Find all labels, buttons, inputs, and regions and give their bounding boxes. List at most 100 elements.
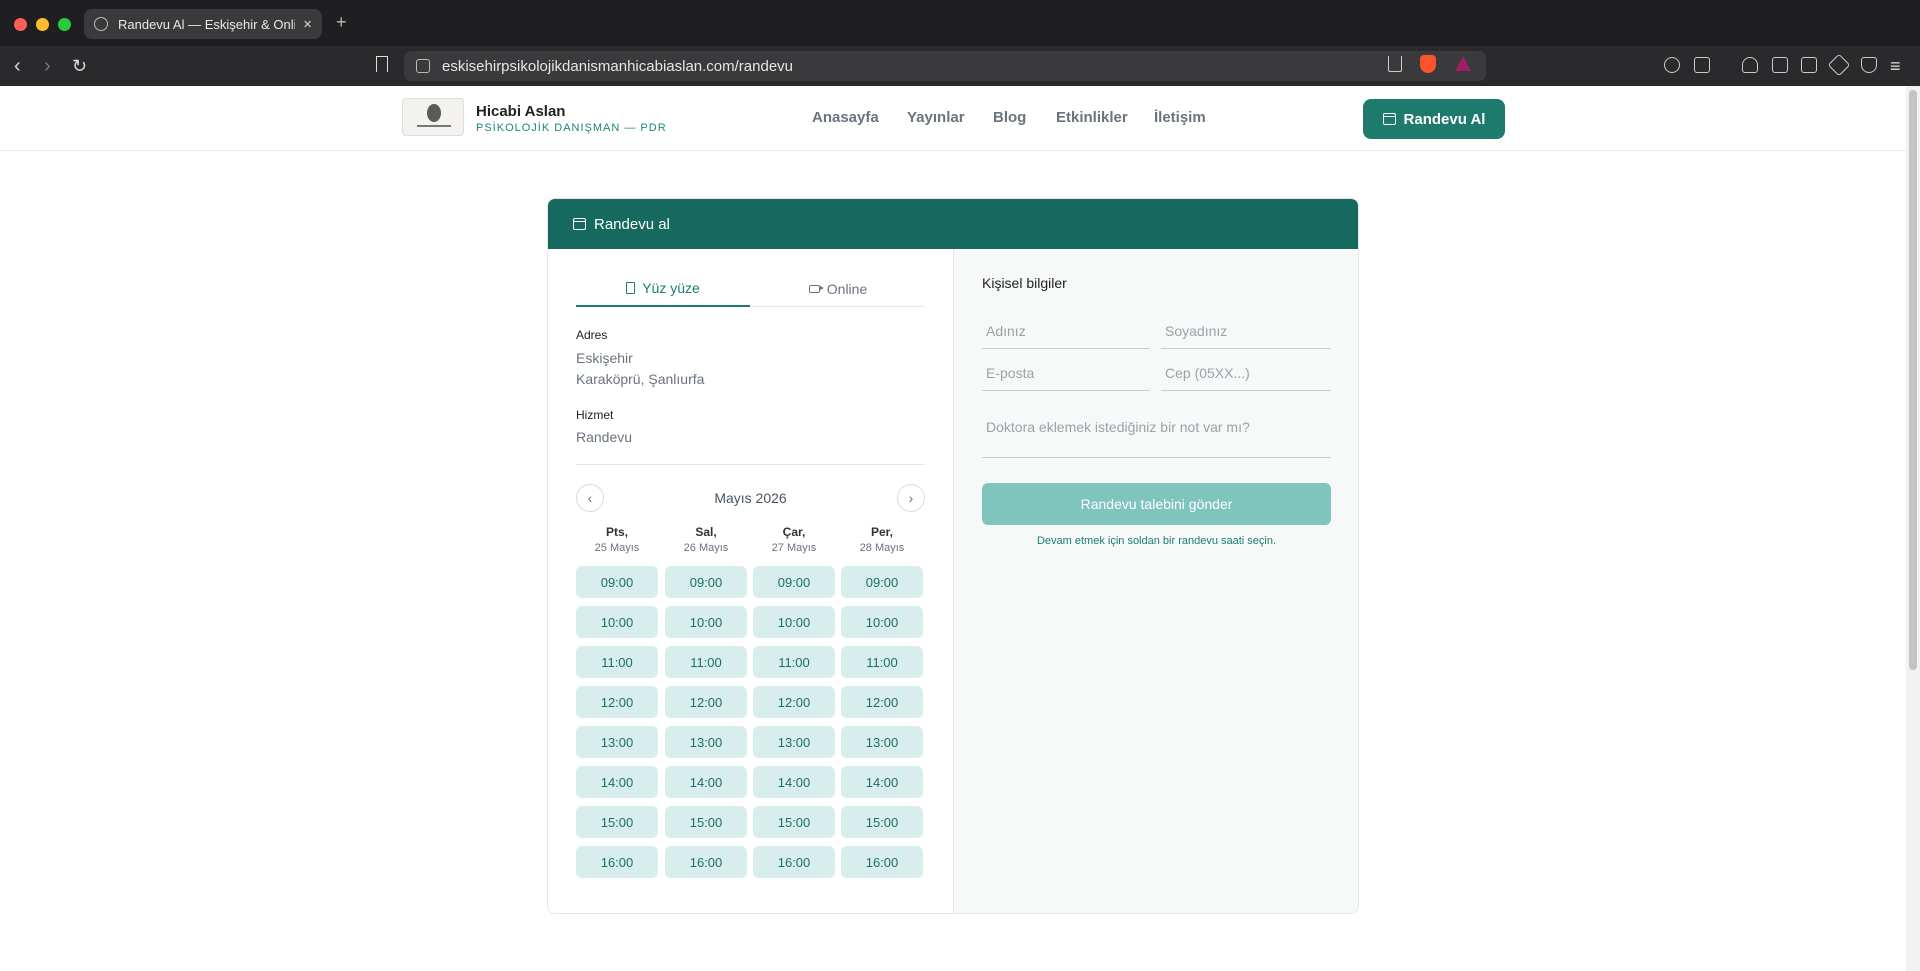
page-scrollbar[interactable] xyxy=(1906,86,1920,971)
vpn-icon[interactable] xyxy=(1861,57,1877,73)
day-date: 26 Mayıs xyxy=(683,542,729,554)
new-tab-button[interactable]: + xyxy=(336,12,347,33)
day-name: Per, xyxy=(870,525,894,539)
tab-title: Randevu Al — Eskişehir & Online xyxy=(118,16,296,32)
close-tab-icon[interactable]: × xyxy=(303,16,312,33)
tab-in-person[interactable]: Yüz yüze xyxy=(576,271,750,307)
day-column: Sal, 26 Mayıs 09:00 10:00 11:00 12:00 13:00 14:… xyxy=(665,525,747,886)
browser-tab-bar: Randevu Al — Eskişehir & Online × + xyxy=(0,0,1920,46)
time-slot-button[interactable]: 11:00 xyxy=(665,646,747,678)
nav-link-yayinlar[interactable]: Yayınlar xyxy=(907,109,965,126)
next-week-button[interactable]: › xyxy=(897,484,925,512)
calendar-icon xyxy=(573,218,586,230)
booking-card-header: Randevu al xyxy=(548,199,1358,249)
tab-online[interactable]: Online xyxy=(751,271,925,307)
nav-link-blog[interactable]: Blog xyxy=(993,109,1026,126)
site-logo[interactable] xyxy=(402,98,464,136)
sidebar-icon[interactable] xyxy=(1772,57,1788,73)
phone-field[interactable]: Cep (05XX...) xyxy=(1161,359,1331,391)
personal-info-panel: Kişisel bilgiler Adınız Soyadınız E-post… xyxy=(953,249,1358,913)
address-line-2: Karaköprü, Şanlıurfa xyxy=(576,371,705,387)
time-slot-button[interactable]: 09:00 xyxy=(841,566,923,598)
wallet-icon[interactable] xyxy=(1801,57,1817,73)
day-date: 28 Mayıs xyxy=(859,542,905,554)
chevron-right-icon: › xyxy=(908,490,914,506)
brave-shields-icon[interactable] xyxy=(1420,55,1436,73)
brand-name[interactable]: Hicabi Aslan xyxy=(476,103,565,120)
divider xyxy=(576,464,925,465)
nav-link-etkinlikler[interactable]: Etkinlikler xyxy=(1056,109,1128,126)
leo-ai-icon[interactable] xyxy=(1827,53,1851,77)
time-slot-button[interactable]: 12:00 xyxy=(576,686,658,718)
time-slot-button[interactable]: 13:00 xyxy=(576,726,658,758)
time-slot-button[interactable]: 16:00 xyxy=(576,846,658,878)
time-slot-button[interactable]: 16:00 xyxy=(841,846,923,878)
time-slot-button[interactable]: 12:00 xyxy=(753,686,835,718)
day-column: Çar, 27 Mayıs 09:00 10:00 11:00 12:00 13:00 14:… xyxy=(753,525,835,886)
time-slot-button[interactable]: 11:00 xyxy=(841,646,923,678)
time-slot-button[interactable]: 13:00 xyxy=(753,726,835,758)
time-slot-button[interactable]: 15:00 xyxy=(665,806,747,838)
day-column: Per, 28 Mayıs 09:00 10:00 11:00 12:00 13:00 14:… xyxy=(841,525,923,886)
time-slot-button[interactable]: 16:00 xyxy=(753,846,835,878)
time-slot-button[interactable]: 15:00 xyxy=(576,806,658,838)
note-textarea[interactable]: Doktora eklemek istediğiniz bir not var … xyxy=(982,413,1331,458)
nav-link-anasayfa[interactable]: Anasayfa xyxy=(812,109,879,126)
minimize-window-button[interactable] xyxy=(36,18,49,31)
time-slot-button[interactable]: 09:00 xyxy=(753,566,835,598)
time-slot-button[interactable]: 11:00 xyxy=(576,646,658,678)
submit-request-button[interactable]: Randevu talebini gönder xyxy=(982,483,1331,525)
forward-icon[interactable]: › xyxy=(44,54,51,78)
time-slot-button[interactable]: 14:00 xyxy=(841,766,923,798)
screenshot-icon[interactable] xyxy=(1694,57,1710,73)
tab-online-label: Online xyxy=(826,281,868,297)
menu-icon[interactable]: ≡ xyxy=(1890,54,1901,78)
time-slot-button[interactable]: 09:00 xyxy=(665,566,747,598)
last-name-field[interactable]: Soyadınız xyxy=(1161,317,1331,349)
first-name-field[interactable]: Adınız xyxy=(982,317,1150,349)
service-label: Hizmet xyxy=(576,408,614,422)
brave-rewards-icon[interactable] xyxy=(1455,56,1471,71)
time-slot-button[interactable]: 15:00 xyxy=(753,806,835,838)
address-bar[interactable]: eskisehirpsikolojikdanismanhicabiaslan.c… xyxy=(404,51,1486,81)
nav-link-iletisim[interactable]: İletişim xyxy=(1154,109,1206,126)
service-value: Randevu xyxy=(576,429,633,445)
media-icon[interactable] xyxy=(1742,57,1758,73)
globe-icon xyxy=(94,17,108,31)
site-header: Hicabi Aslan PSİKOLOJİK DANIŞMAN — PDR A… xyxy=(0,86,1906,151)
maximize-window-button[interactable] xyxy=(58,18,71,31)
calendar-icon xyxy=(1382,113,1396,125)
day-date: 27 Mayıs xyxy=(771,542,817,554)
time-slot-button[interactable]: 14:00 xyxy=(753,766,835,798)
reload-icon[interactable]: ↻ xyxy=(72,54,87,78)
time-slot-button[interactable]: 09:00 xyxy=(576,566,658,598)
extensions-icon[interactable] xyxy=(1664,57,1680,73)
time-slot-button[interactable]: 11:00 xyxy=(753,646,835,678)
time-slot-button[interactable]: 12:00 xyxy=(665,686,747,718)
back-icon[interactable]: ‹ xyxy=(14,54,21,78)
close-window-button[interactable] xyxy=(14,18,27,31)
time-slot-button[interactable]: 10:00 xyxy=(841,606,923,638)
time-slot-button[interactable]: 10:00 xyxy=(576,606,658,638)
time-slot-button[interactable]: 15:00 xyxy=(841,806,923,838)
time-slot-button[interactable]: 10:00 xyxy=(665,606,747,638)
url-text: eskisehirpsikolojikdanismanhicabiaslan.c… xyxy=(442,57,794,75)
booking-card: Randevu al Yüz yüze Online Adres Eskişeh… xyxy=(547,198,1359,914)
day-name: Sal, xyxy=(695,525,717,539)
time-slot-button[interactable]: 13:00 xyxy=(665,726,747,758)
scrollbar-thumb[interactable] xyxy=(1909,90,1917,670)
book-appointment-label: Randevu Al xyxy=(1403,110,1486,128)
time-slot-button[interactable]: 12:00 xyxy=(841,686,923,718)
browser-tab[interactable]: Randevu Al — Eskişehir & Online × xyxy=(84,9,322,39)
bookmark-icon[interactable] xyxy=(376,56,388,72)
email-field[interactable]: E-posta xyxy=(982,359,1150,391)
site-settings-icon[interactable] xyxy=(416,59,430,73)
time-slot-button[interactable]: 10:00 xyxy=(753,606,835,638)
time-slot-button[interactable]: 13:00 xyxy=(841,726,923,758)
book-appointment-button[interactable]: Randevu Al xyxy=(1363,99,1505,139)
time-slot-button[interactable]: 16:00 xyxy=(665,846,747,878)
day-column: Pts, 25 Mayıs 09:00 10:00 11:00 12:00 13:00 14:… xyxy=(576,525,658,886)
share-icon[interactable] xyxy=(1388,56,1402,72)
time-slot-button[interactable]: 14:00 xyxy=(576,766,658,798)
time-slot-button[interactable]: 14:00 xyxy=(665,766,747,798)
